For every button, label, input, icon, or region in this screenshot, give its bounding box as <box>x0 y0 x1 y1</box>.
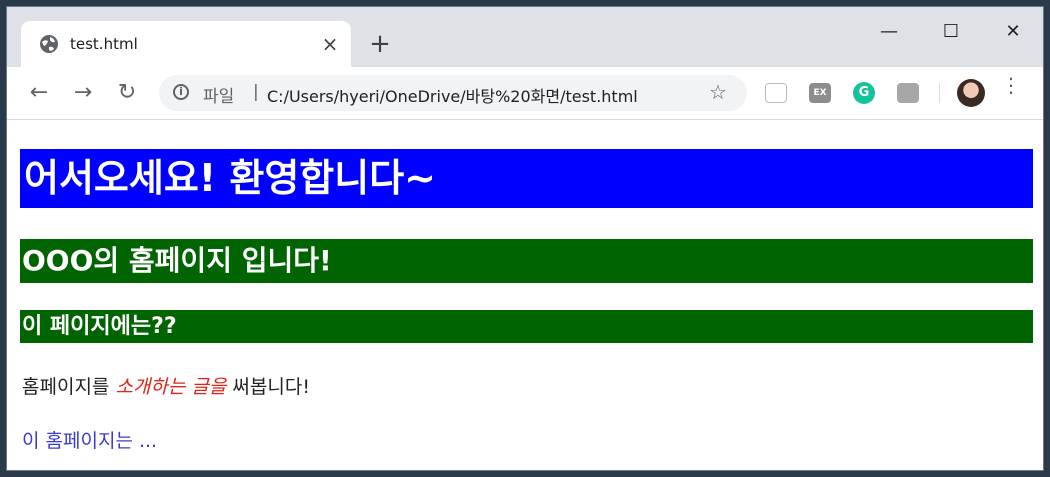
info-icon[interactable]: i <box>173 84 189 100</box>
reload-button[interactable]: ↻ <box>113 79 141 107</box>
address-bar[interactable]: i 파일 | C:/Users/hyeri/OneDrive/바탕%20화면/t… <box>159 75 747 111</box>
new-tab-button[interactable]: + <box>367 31 393 57</box>
paragraph-text-before: 홈페이지를 <box>22 376 116 398</box>
paragraph-emphasis: 소개하는 글을 <box>115 376 227 398</box>
heading-3: 이 페이지에는?? <box>20 310 1033 343</box>
browser-window: test.html × + — ☐ ✕ ← → ↻ i 파일 | C:/User… <box>6 6 1044 471</box>
close-window-button[interactable]: ✕ <box>993 17 1033 47</box>
ex-extension-icon[interactable]: EX <box>809 83 831 103</box>
url-text[interactable]: C:/Users/hyeri/OneDrive/바탕%20화면/test.htm… <box>267 83 638 107</box>
menu-icon[interactable]: ⋮ <box>1001 75 1021 105</box>
tab-title: test.html <box>70 35 138 53</box>
back-button[interactable]: ← <box>25 79 53 107</box>
heading-1: 어서오세요! 환영합니다~ <box>20 149 1033 208</box>
toolbar-divider <box>939 83 940 103</box>
page-content: 어서오세요! 환영합니다~ OOO의 홈페이지 입니다! 이 페이지에는?? 홈… <box>7 120 1043 470</box>
maximize-button[interactable]: ☐ <box>931 17 971 47</box>
minimize-button[interactable]: — <box>869 17 909 47</box>
browser-toolbar: ← → ↻ i 파일 | C:/Users/hyeri/OneDrive/바탕%… <box>7 67 1043 120</box>
paragraph-text-after: 써봅니다! <box>226 376 310 398</box>
tab-strip: test.html × + — ☐ ✕ <box>7 7 1043 67</box>
file-scheme-label: 파일 <box>203 87 235 107</box>
tab-test-html[interactable]: test.html × <box>21 21 351 67</box>
intro-paragraph: 홈페이지를 소개하는 글을 써봅니다! <box>22 372 310 399</box>
forward-button[interactable]: → <box>69 79 97 107</box>
omnibox-separator: | <box>253 82 259 102</box>
profile-avatar[interactable] <box>957 79 985 107</box>
pocket-icon[interactable] <box>765 83 787 103</box>
heading-2: OOO의 홈페이지 입니다! <box>20 239 1033 283</box>
globe-icon <box>40 35 58 53</box>
tab-close-icon[interactable]: × <box>319 33 341 55</box>
grammarly-icon[interactable]: G <box>853 82 875 104</box>
pdf-icon[interactable] <box>897 83 919 103</box>
colored-text: 이 홈페이지는 ... <box>22 430 158 452</box>
bookmark-star-icon[interactable]: ☆ <box>709 80 727 104</box>
